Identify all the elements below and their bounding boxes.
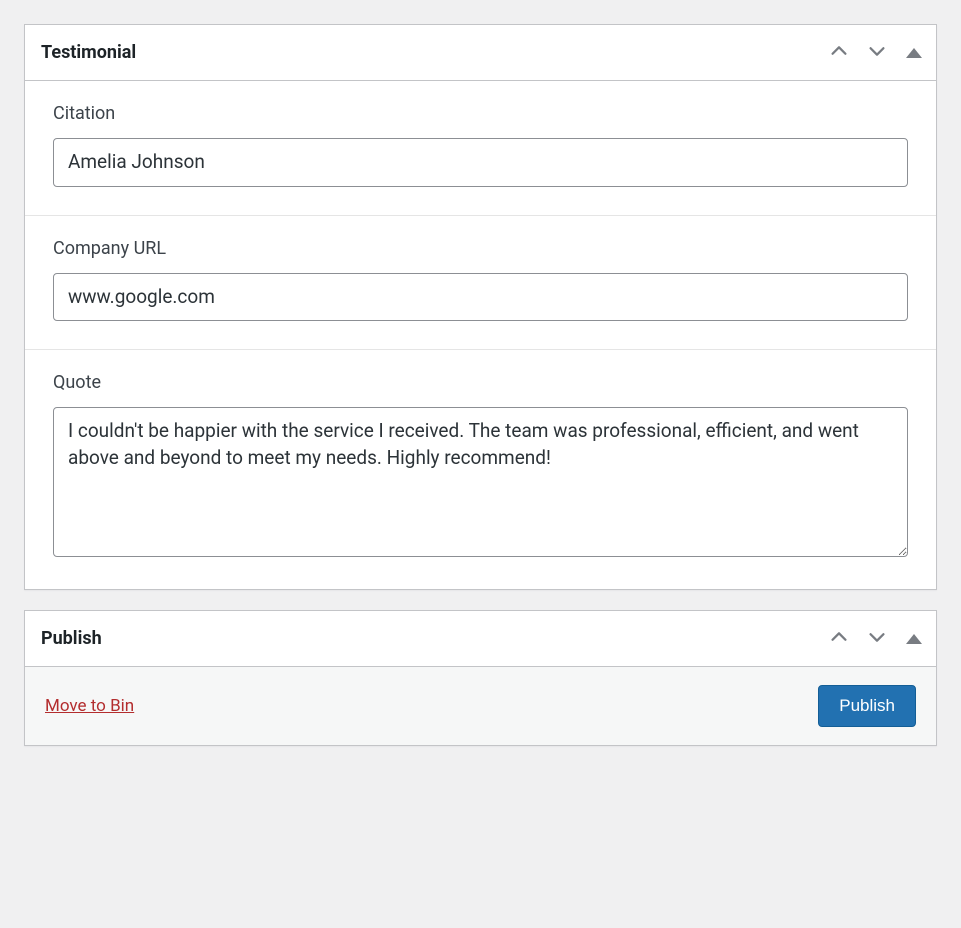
triangle-up-icon: [906, 48, 922, 58]
citation-label: Citation: [53, 103, 908, 124]
testimonial-metabox: Testimonial Citation Company URL: [24, 24, 937, 590]
chevron-up-icon: [828, 40, 850, 65]
toggle-panel-button[interactable]: [900, 44, 924, 62]
company-url-label: Company URL: [53, 238, 908, 259]
testimonial-handle-actions: [824, 36, 924, 69]
move-up-button[interactable]: [824, 622, 854, 655]
toggle-panel-button[interactable]: [900, 630, 924, 648]
quote-textarea[interactable]: I couldn't be happier with the service I…: [53, 407, 908, 557]
publish-metabox: Publish Move to Bin Publish: [24, 610, 937, 746]
testimonial-body: Citation Company URL Quote I couldn't be…: [25, 81, 936, 589]
move-down-button[interactable]: [862, 36, 892, 69]
move-up-button[interactable]: [824, 36, 854, 69]
publish-button[interactable]: Publish: [818, 685, 916, 727]
move-down-button[interactable]: [862, 622, 892, 655]
quote-field-group: Quote I couldn't be happier with the ser…: [25, 350, 936, 589]
testimonial-header: Testimonial: [25, 25, 936, 81]
chevron-down-icon: [866, 626, 888, 651]
quote-label: Quote: [53, 372, 908, 393]
publish-handle-actions: [824, 622, 924, 655]
company-url-field-group: Company URL: [25, 216, 936, 351]
citation-field-group: Citation: [25, 81, 936, 216]
chevron-down-icon: [866, 40, 888, 65]
move-to-bin-link[interactable]: Move to Bin: [45, 696, 134, 716]
publish-header: Publish: [25, 611, 936, 667]
company-url-input[interactable]: [53, 273, 908, 322]
chevron-up-icon: [828, 626, 850, 651]
testimonial-title: Testimonial: [41, 42, 136, 63]
publish-body: Move to Bin Publish: [25, 667, 936, 745]
triangle-up-icon: [906, 634, 922, 644]
publish-title: Publish: [41, 628, 102, 649]
citation-input[interactable]: [53, 138, 908, 187]
